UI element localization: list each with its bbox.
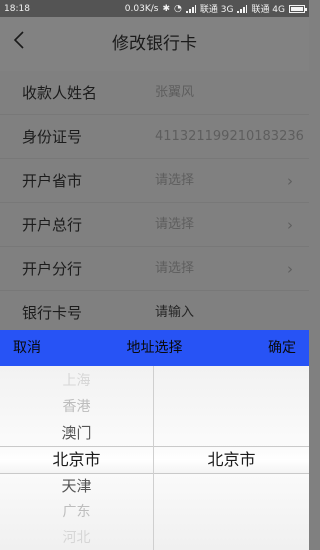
picker-toolbar: 取消 地址选择 确定	[0, 330, 309, 366]
bluetooth-icon: ✱	[162, 3, 171, 14]
cancel-button[interactable]: 取消	[13, 330, 41, 366]
status-time: 18:18	[4, 3, 30, 14]
bank-card-form: 收款人姓名 张翼风 身份证号 411321199210183236 开户省市 请…	[0, 71, 309, 335]
wheel-item[interactable]: 澳门	[0, 420, 153, 446]
row-branch-bank[interactable]: 开户分行 请选择 ›	[0, 247, 309, 291]
chevron-right-icon: ›	[287, 260, 293, 278]
id-number-field[interactable]: 411321199210183236	[155, 115, 304, 159]
page-title: 修改银行卡	[112, 34, 197, 54]
wheel-item[interactable]: 香港	[0, 394, 153, 420]
province-city-select[interactable]: 请选择	[155, 159, 194, 203]
row-id-number[interactable]: 身份证号 411321199210183236	[0, 115, 309, 159]
chevron-right-icon: ›	[287, 172, 293, 190]
province-wheel[interactable]: 上海 香港 澳门 北京市 天津 广东 河北	[0, 366, 154, 550]
wheel-item-selected[interactable]: 北京市	[0, 447, 153, 473]
row-card-number[interactable]: 银行卡号 请输入	[0, 291, 309, 335]
network-speed: 0.03K/s	[124, 3, 159, 14]
carrier-2: 联通 4G	[251, 5, 285, 15]
city-wheel[interactable]: 北京市	[154, 366, 309, 550]
signal-icon	[185, 4, 196, 13]
wheel-item[interactable]: 上海	[0, 368, 153, 394]
wheel-item-selected[interactable]: 北京市	[154, 447, 309, 473]
card-number-input[interactable]: 请输入	[155, 291, 194, 335]
confirm-button[interactable]: 确定	[268, 330, 296, 366]
signal-icon-2	[237, 4, 248, 13]
branch-bank-label: 开户分行	[22, 260, 83, 278]
province-city-label: 开户省市	[22, 172, 83, 190]
chevron-right-icon: ›	[287, 216, 293, 234]
carrier-1: 联通 3G	[199, 5, 234, 15]
id-number-label: 身份证号	[22, 128, 83, 146]
card-number-label: 银行卡号	[22, 304, 83, 322]
row-head-bank[interactable]: 开户总行 请选择 ›	[0, 203, 309, 247]
wheel-item[interactable]: 广东	[0, 499, 153, 525]
branch-bank-select[interactable]: 请选择	[155, 247, 194, 291]
row-province-city[interactable]: 开户省市 请选择 ›	[0, 159, 309, 203]
status-indicators: 0.03K/s ✱ ◔ 联通 3G 联通 4G	[124, 2, 307, 15]
wheel-item[interactable]: 天津	[0, 473, 153, 499]
head-bank-label: 开户总行	[22, 216, 83, 234]
wheel-item[interactable]: 河北	[0, 525, 153, 550]
payee-name-field[interactable]: 张翼风	[155, 71, 194, 115]
address-picker: 上海 香港 澳门 北京市 天津 广东 河北 北京市	[0, 366, 309, 550]
payee-name-label: 收款人姓名	[22, 84, 98, 102]
app-header: 修改银行卡	[0, 17, 309, 71]
status-bar: 18:18 0.03K/s ✱ ◔ 联通 3G 联通 4G	[0, 0, 309, 17]
alarm-icon: ◔	[174, 3, 182, 14]
picker-title: 地址选择	[126, 340, 183, 356]
head-bank-select[interactable]: 请选择	[155, 203, 194, 247]
battery-icon	[289, 4, 307, 13]
row-payee-name[interactable]: 收款人姓名 张翼风	[0, 71, 309, 115]
